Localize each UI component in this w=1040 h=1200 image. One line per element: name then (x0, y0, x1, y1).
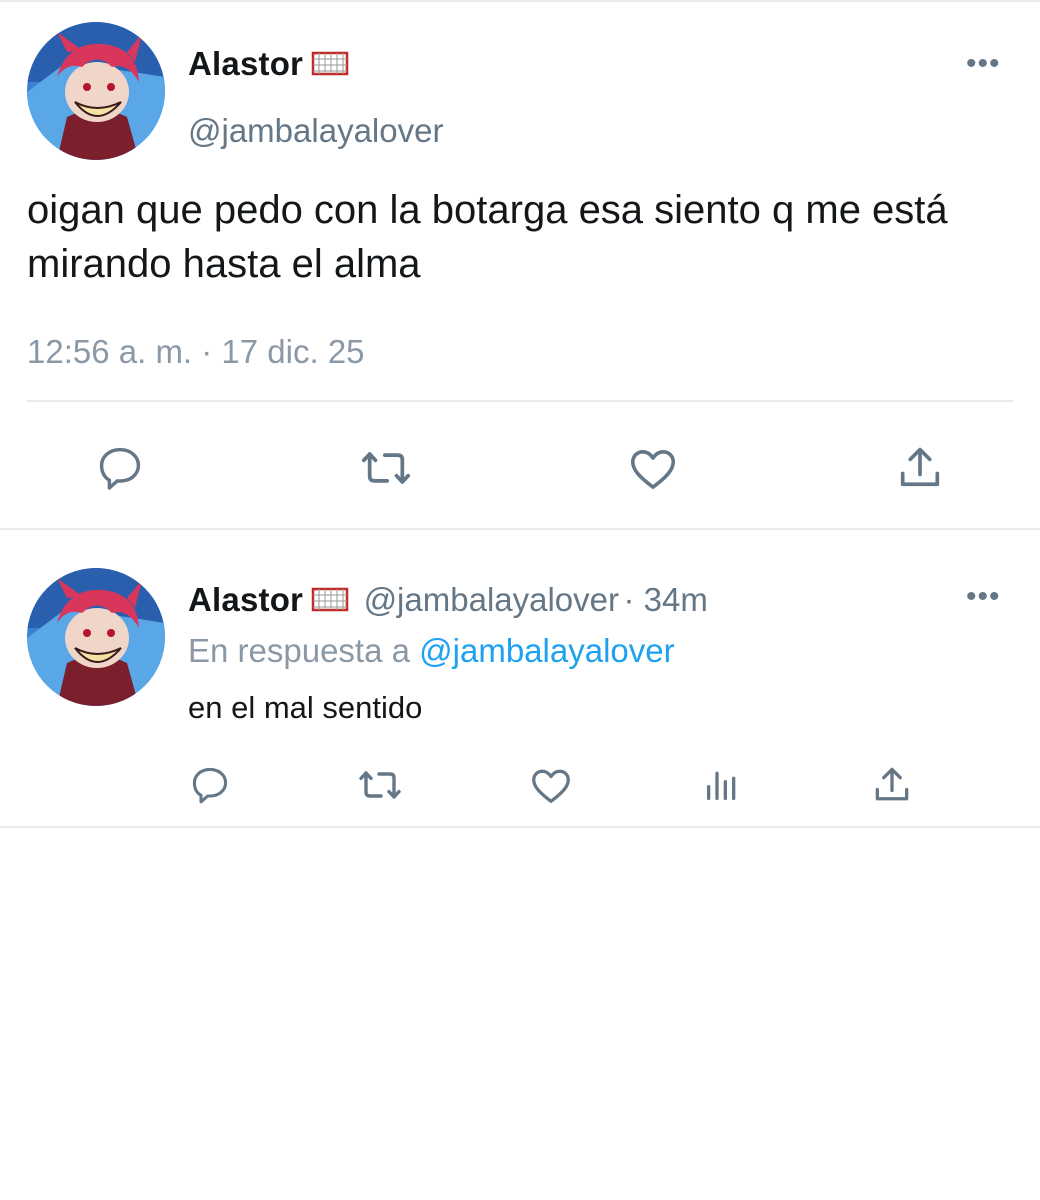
tweet-divider (27, 400, 1013, 402)
section-divider (0, 528, 1040, 530)
reply-icon[interactable] (90, 438, 150, 498)
goal-net-emoji-icon (311, 586, 349, 628)
retweet-icon[interactable] (356, 438, 416, 498)
analytics-icon[interactable] (697, 760, 747, 810)
goal-net-emoji-icon (311, 50, 349, 92)
author-handle[interactable]: @jambalayalover (364, 581, 619, 618)
top-divider (0, 0, 1040, 2)
more-options-icon[interactable]: ••• (966, 47, 1001, 81)
author-name[interactable]: Alastor (188, 581, 303, 618)
bottom-divider (0, 826, 1040, 828)
retweet-icon[interactable] (355, 760, 405, 810)
in-reply-to: En respuesta a @jambalayalover (188, 632, 675, 670)
author-name[interactable]: Alastor (188, 45, 303, 82)
tweet-timestamp[interactable]: 12:56 a. m. · 17 dic. 25 (27, 333, 365, 371)
share-icon[interactable] (867, 760, 917, 810)
like-icon[interactable] (623, 438, 683, 498)
avatar[interactable] (27, 22, 165, 160)
more-options-icon[interactable]: ••• (966, 580, 1001, 614)
in-reply-mention[interactable]: @jambalayalover (419, 632, 674, 669)
tweet-age[interactable]: · 34m (623, 581, 707, 618)
reply-icon[interactable] (185, 760, 235, 810)
avatar[interactable] (27, 568, 165, 706)
author-handle[interactable]: @jambalayalover (188, 112, 443, 150)
in-reply-prefix: En respuesta a (188, 632, 410, 669)
share-icon[interactable] (890, 438, 950, 498)
like-icon[interactable] (526, 760, 576, 810)
tweet-text: oigan que pedo con la botarga esa siento… (27, 188, 948, 286)
reply-text: en el mal sentido (188, 690, 423, 725)
